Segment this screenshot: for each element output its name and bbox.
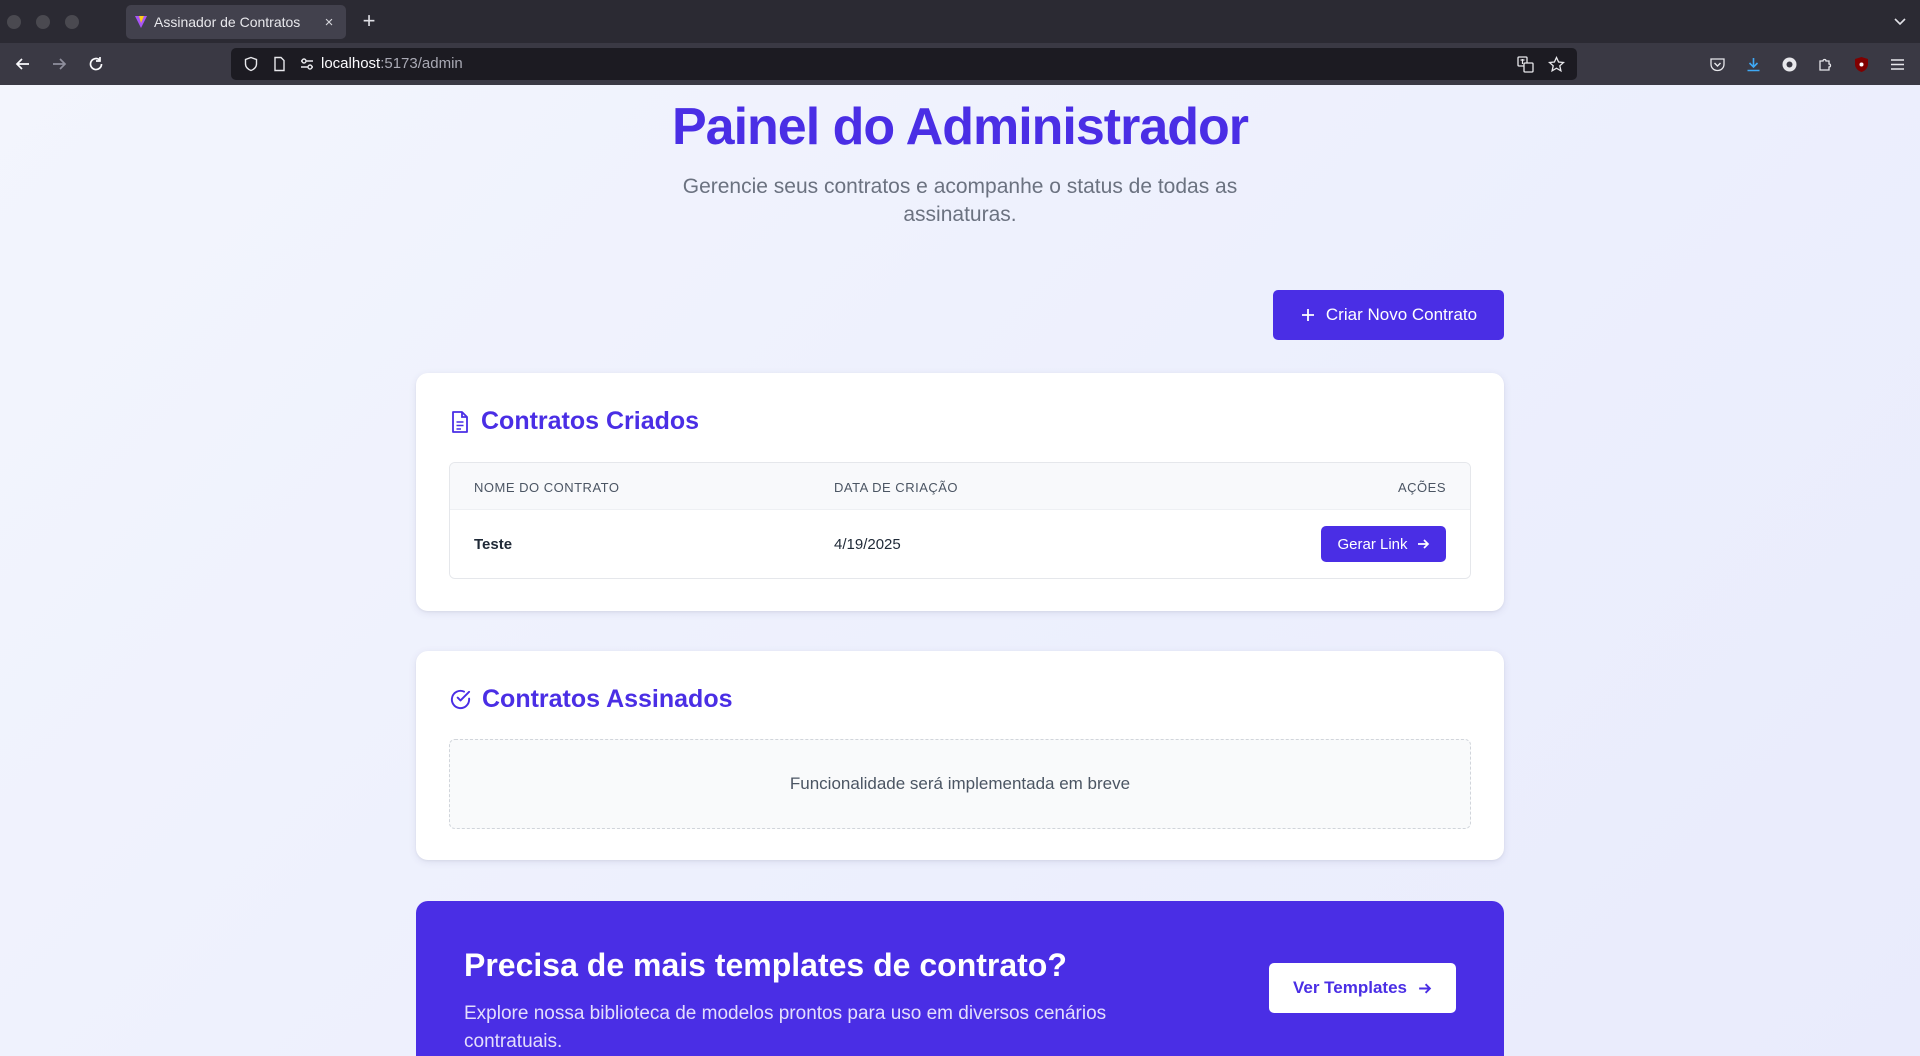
created-contracts-header: Contratos Criados xyxy=(449,407,699,436)
reload-icon xyxy=(89,57,103,71)
page-icon[interactable] xyxy=(271,56,287,72)
vite-favicon-icon xyxy=(135,16,147,28)
page-content: Painel do Administrador Gerencie seus co… xyxy=(0,85,1920,1056)
back-button[interactable] xyxy=(12,53,34,75)
url-host: localhost xyxy=(321,55,381,72)
puzzle-icon xyxy=(1818,58,1831,71)
tab-list-chevron-icon[interactable] xyxy=(1892,13,1908,29)
view-templates-button[interactable]: Ver Templates xyxy=(1269,963,1456,1013)
translate-icon[interactable] xyxy=(1517,56,1534,73)
column-header-actions: Ações xyxy=(1397,480,1446,495)
minimize-window-button[interactable] xyxy=(36,15,50,29)
close-window-button[interactable] xyxy=(7,15,21,29)
bookmark-star-icon[interactable] xyxy=(1548,56,1565,73)
tab-close-icon[interactable]: × xyxy=(320,14,338,31)
downloads-button[interactable] xyxy=(1742,53,1764,75)
browser-toolbar-right xyxy=(1706,53,1908,75)
table-header: Nome do Contrato Data de Criação Ações xyxy=(450,463,1470,510)
pocket-button[interactable] xyxy=(1706,53,1728,75)
view-templates-label: Ver Templates xyxy=(1292,978,1408,997)
create-contract-label: Criar Novo Contrato xyxy=(1325,305,1478,324)
account-button[interactable] xyxy=(1778,53,1800,75)
arrow-right-icon xyxy=(1419,983,1432,993)
arrow-left-icon xyxy=(15,58,29,70)
menu-button[interactable] xyxy=(1886,53,1908,75)
document-icon xyxy=(452,410,468,433)
column-header-date: Data de Criação xyxy=(834,480,959,495)
ublock-shield-icon xyxy=(1854,56,1868,72)
shield-icon[interactable] xyxy=(243,56,259,72)
contract-name: Teste xyxy=(474,536,513,553)
reload-button[interactable] xyxy=(85,53,107,75)
url-text: localhost:5173/admin xyxy=(321,55,463,72)
window-controls xyxy=(7,15,79,29)
extensions-button[interactable] xyxy=(1814,53,1836,75)
signed-contracts-title: Contratos Assinados xyxy=(482,685,733,713)
create-contract-button[interactable]: Criar Novo Contrato xyxy=(1273,290,1504,340)
download-icon xyxy=(1747,57,1759,71)
ublock-button[interactable] xyxy=(1850,53,1872,75)
page-title: Painel do Administrador xyxy=(671,98,1249,156)
generate-link-button[interactable]: Gerar Link xyxy=(1321,526,1446,562)
generate-link-label: Gerar Link xyxy=(1337,535,1408,553)
arrow-right-icon xyxy=(53,58,67,70)
plus-icon xyxy=(1301,309,1314,321)
account-icon xyxy=(1782,57,1796,71)
url-path: :5173/admin xyxy=(380,55,463,72)
signed-contracts-header: Contratos Assinados xyxy=(449,685,733,714)
created-contracts-title: Contratos Criados xyxy=(481,407,700,435)
check-circle-icon xyxy=(450,689,471,710)
tab-title: Assinador de Contratos xyxy=(154,14,301,30)
address-bar[interactable]: localhost:5173/admin xyxy=(231,48,1577,80)
hamburger-menu-icon xyxy=(1890,58,1904,70)
templates-cta-banner: Precisa de mais templates de contrato? E… xyxy=(416,901,1504,1056)
table-row: Teste 4/19/2025 Gerar Link xyxy=(450,510,1470,578)
cta-text: Explore nossa biblioteca de modelos pron… xyxy=(464,1003,1107,1052)
column-header-name: Nome do Contrato xyxy=(474,480,620,495)
cta-title: Precisa de mais templates de contrato? xyxy=(464,947,1067,983)
signed-contracts-card: Contratos Assinados Funcionalidade será … xyxy=(416,651,1504,860)
signed-empty-state: Funcionalidade será implementada em brev… xyxy=(449,739,1471,829)
maximize-window-button[interactable] xyxy=(65,15,79,29)
page-subtitle: Gerencie seus contratos e acompanhe o st… xyxy=(682,175,1238,226)
new-tab-button[interactable]: + xyxy=(358,9,380,33)
permissions-icon[interactable] xyxy=(299,56,315,72)
pocket-icon xyxy=(1709,57,1725,71)
arrow-right-icon xyxy=(1417,539,1429,549)
forward-button[interactable] xyxy=(48,53,70,75)
browser-tab[interactable]: Assinador de Contratos × xyxy=(126,5,346,39)
contracts-table: Nome do Contrato Data de Criação Ações T… xyxy=(449,462,1471,579)
created-contracts-card: Contratos Criados Nome do Contrato Data … xyxy=(416,373,1504,611)
browser-tab-bar: Assinador de Contratos × + xyxy=(0,0,1920,43)
contract-date: 4/19/2025 xyxy=(834,536,901,553)
